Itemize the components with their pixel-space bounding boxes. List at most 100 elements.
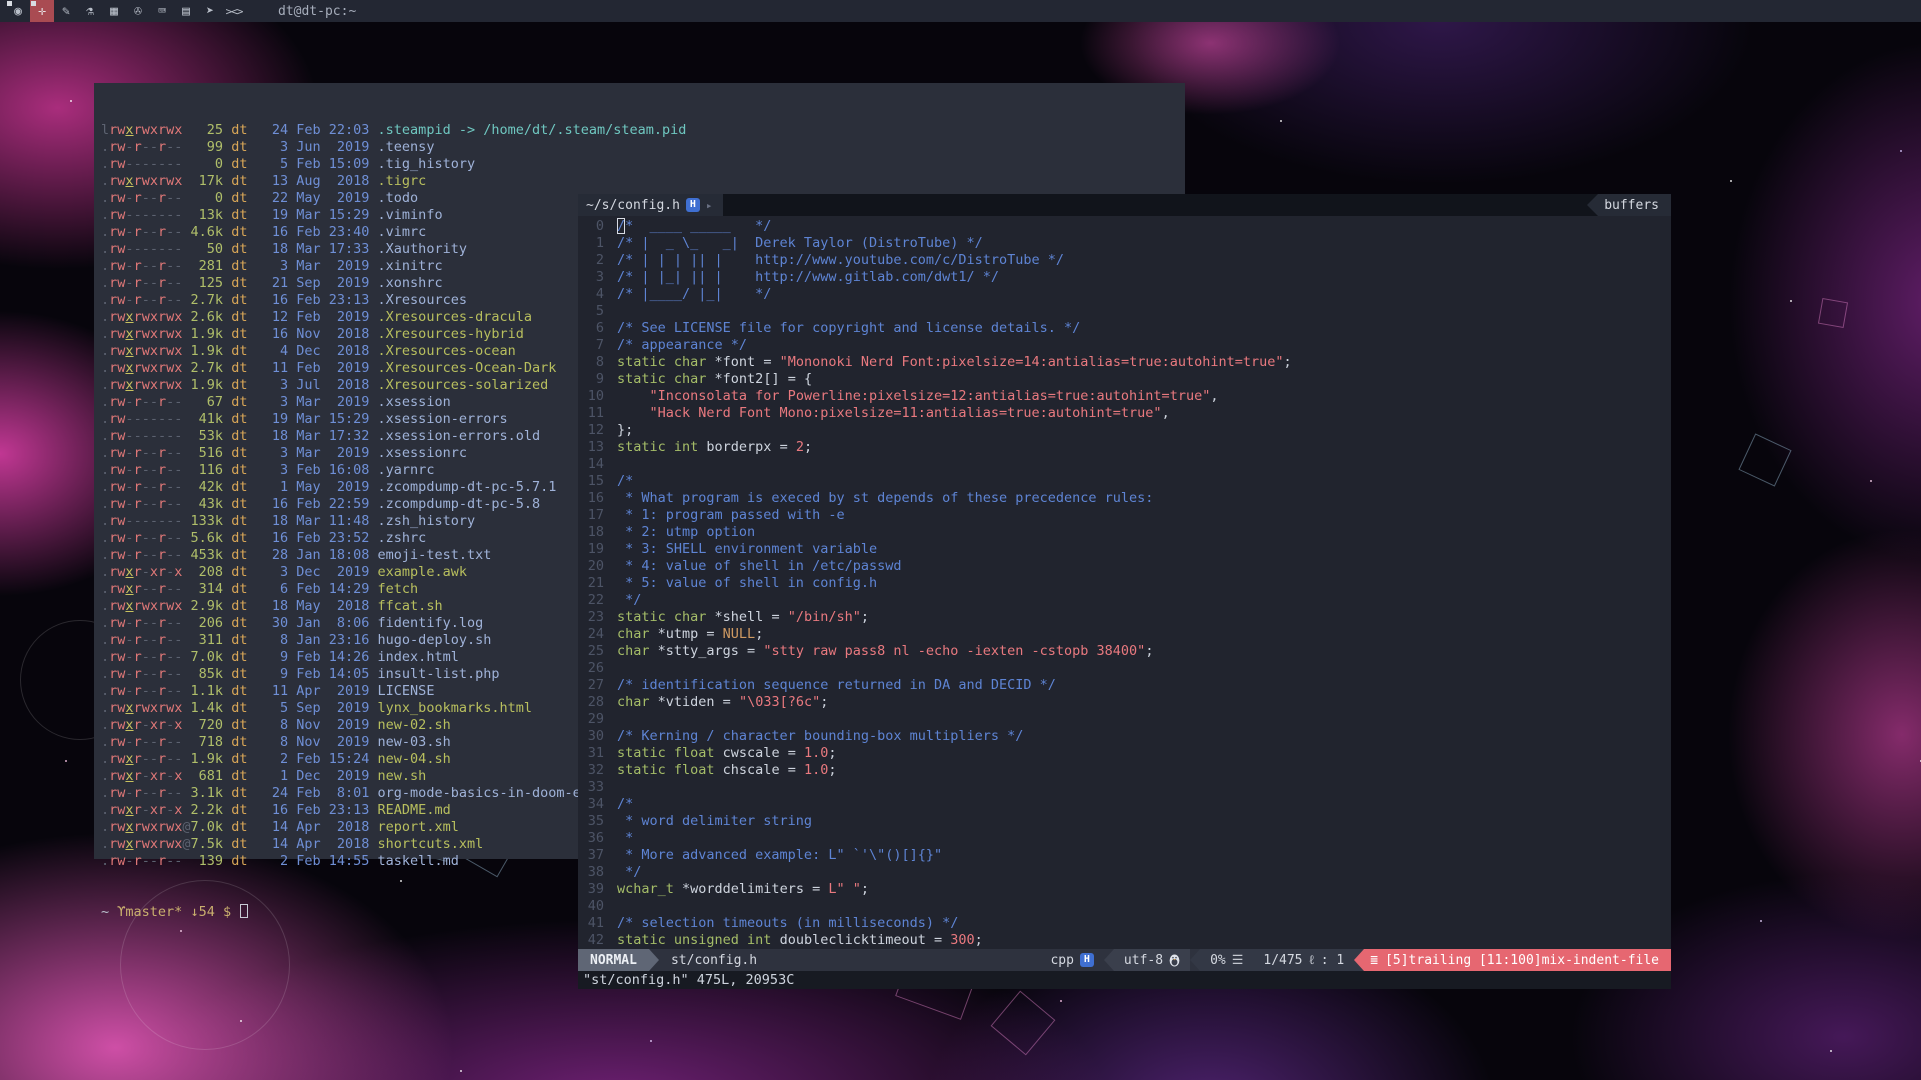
file-size: 7.0k	[191, 649, 224, 665]
file-date: 3 Mar 2019	[272, 445, 370, 461]
encoding-indicator: utf-8	[1114, 949, 1190, 971]
code-line: 18 * 2: utmp option	[578, 524, 1671, 541]
file-size: 206	[191, 615, 224, 631]
line-number: 40	[578, 898, 604, 915]
code-line: 22 */	[578, 592, 1671, 609]
file-date: 12 Feb 2019	[272, 309, 370, 325]
file-date: 3 Dec 2019	[272, 564, 370, 580]
code-line: 8static char *font = "Mononoki Nerd Font…	[578, 354, 1671, 371]
line-number: 12	[578, 422, 604, 439]
color-dropper-icon[interactable]: ✎	[54, 0, 78, 22]
image-viewer-icon[interactable]: ▦	[102, 0, 126, 22]
file-size: 0	[191, 190, 224, 206]
status-filename: st/config.h	[671, 949, 757, 971]
line-count-icon: ℓ	[1309, 952, 1315, 968]
file-permissions: .rw-r--r--	[101, 530, 191, 546]
flask-icon[interactable]: ⚗	[78, 0, 102, 22]
c-header-file-icon: H	[686, 198, 700, 212]
code-area[interactable]: 0/* ____ _____ */1/* | _ \_ _| Derek Tay…	[578, 216, 1671, 949]
file-size: 4.6k	[191, 224, 224, 240]
file-name: .zcompdump-dt-pc-5.7.1	[378, 479, 557, 495]
line-number: 35	[578, 813, 604, 830]
file-permissions: .rw-------	[101, 411, 191, 427]
laptop-icon[interactable]: ⌨	[150, 0, 174, 22]
file-date: 8 Nov 2019	[272, 734, 370, 750]
terminal-cursor	[240, 904, 248, 918]
file-name: lynx_bookmarks.html	[378, 700, 532, 716]
code-line: 31static float cwscale = 1.0;	[578, 745, 1671, 762]
video-camera-icon[interactable]: ✇	[126, 0, 150, 22]
file-size: 42k	[191, 479, 224, 495]
code-line: 9static char *font2[] = {	[578, 371, 1671, 388]
file-owner: dt	[231, 632, 247, 648]
file-size: 1.9k	[191, 343, 224, 359]
line-number: 10	[578, 388, 604, 405]
file-permissions: .rw-r--r--	[101, 224, 191, 240]
file-name: .steampid	[378, 122, 451, 138]
powerline-separator-icon	[649, 949, 659, 971]
file-permissions: .rw-------	[101, 156, 191, 172]
code-line: 30/* Kerning / character bounding-box mu…	[578, 728, 1671, 745]
file-permissions: .rw-------	[101, 513, 191, 529]
line-number: 39	[578, 881, 604, 898]
editor-tab-bar: ~/s/config.h H ▸ buffers	[578, 194, 1671, 216]
file-name: new.sh	[378, 768, 427, 784]
file-permissions: .rw-r--r--	[101, 139, 191, 155]
file-date: 24 Feb 22:03	[272, 122, 370, 138]
file-size: 281	[191, 258, 224, 274]
file-name: .zcompdump-dt-pc-5.8	[378, 496, 541, 512]
file-permissions: .rw-------	[101, 428, 191, 444]
line-number: 41	[578, 915, 604, 932]
file-owner: dt	[231, 751, 247, 767]
code-line: 17 * 1: program passed with -e	[578, 507, 1671, 524]
file-permissions: .rwxrwxrwx	[101, 598, 191, 614]
file-permissions: .rw-r--r--	[101, 632, 191, 648]
file-name: fetch	[378, 581, 419, 597]
file-date: 21 Sep 2019	[272, 275, 370, 291]
buffers-tab[interactable]: buffers	[1587, 194, 1671, 216]
file-size: 7.0k	[191, 819, 224, 835]
tab-config-h[interactable]: ~/s/config.h H ▸	[578, 194, 723, 216]
file-name: .zshrc	[378, 530, 427, 546]
file-permissions: .rw-r--r--	[101, 785, 191, 801]
file-date: 4 Dec 2018	[272, 343, 370, 359]
file-owner: dt	[231, 377, 247, 393]
file-date: 30 Jan 8:06	[272, 615, 370, 631]
file-owner: dt	[231, 275, 247, 291]
compass-browser-icon[interactable]: ◉	[6, 0, 30, 22]
line-number: 0	[578, 218, 604, 235]
powerline-separator-icon	[1104, 949, 1114, 971]
file-permissions: .rwxr-xr-x	[101, 564, 191, 580]
fish-shell-icon[interactable]: ><>	[222, 0, 246, 22]
telegram-icon[interactable]: ➤	[198, 0, 222, 22]
file-name: new-04.sh	[378, 751, 451, 767]
file-permissions: .rw-r--r--	[101, 853, 191, 869]
editor-window[interactable]: ~/s/config.h H ▸ buffers 0/* ____ _____ …	[578, 194, 1671, 989]
crosshair-target-icon[interactable]: ✛	[30, 0, 54, 22]
prompt-symbol: $	[223, 904, 231, 920]
command-line-message: "st/config.h" 475L, 20953C	[578, 971, 1671, 989]
git-behind-indicator: ↓54	[190, 904, 214, 920]
code-line: 15/*	[578, 473, 1671, 490]
file-size: 314	[191, 581, 224, 597]
file-size: 67	[191, 394, 224, 410]
file-name: .Xresources	[378, 292, 467, 308]
file-name: .yarnrc	[378, 462, 435, 478]
code-line: 32static float chscale = 1.0;	[578, 762, 1671, 779]
file-name: insult-list.php	[378, 666, 500, 682]
file-date: 2 Feb 15:24	[272, 751, 370, 767]
line-number: 8	[578, 354, 604, 371]
file-size: 85k	[191, 666, 224, 682]
code-line: 38 */	[578, 864, 1671, 881]
wallpaper-decor	[991, 991, 1056, 1056]
file-date: 3 Mar 2019	[272, 258, 370, 274]
code-line: 35 * word delimiter string	[578, 813, 1671, 830]
file-owner: dt	[231, 411, 247, 427]
file-permissions: .rwxr-xr-x	[101, 802, 191, 818]
line-number: 7	[578, 337, 604, 354]
powerline-separator-icon	[1190, 949, 1200, 971]
file-manager-icon[interactable]: ▤	[174, 0, 198, 22]
code-line: 13static int borderpx = 2;	[578, 439, 1671, 456]
file-owner: dt	[231, 615, 247, 631]
file-permissions: .rw-r--r--	[101, 258, 191, 274]
